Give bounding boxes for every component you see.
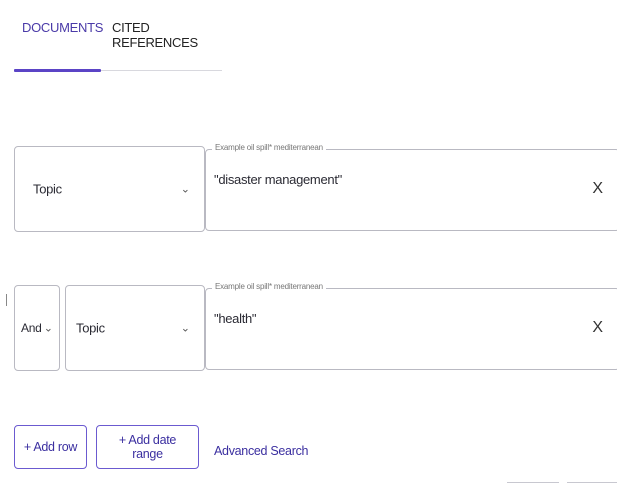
- active-tab-indicator: [14, 69, 101, 72]
- search-input-row-1[interactable]: Example oil spill* mediterranean "disast…: [205, 143, 617, 231]
- operator-select-row-2[interactable]: And ⌄: [14, 285, 60, 371]
- add-row-button[interactable]: + Add row: [14, 425, 87, 469]
- add-date-range-button[interactable]: + Add date range: [96, 425, 199, 469]
- tab-cited-references[interactable]: CITED REFERENCES: [112, 20, 222, 50]
- advanced-search-link[interactable]: Advanced Search: [214, 444, 308, 458]
- field-select-value: Topic: [76, 320, 105, 336]
- clear-icon[interactable]: X: [592, 319, 603, 337]
- search-input-placeholder: Example oil spill* mediterranean: [212, 282, 326, 291]
- search-tabs: DOCUMENTS CITED REFERENCES: [14, 0, 222, 72]
- chevron-down-icon: ⌄: [180, 322, 190, 335]
- field-select-value: Topic: [33, 181, 62, 197]
- search-input-value: "health": [214, 311, 257, 326]
- offscreen-button-edge: [507, 482, 559, 483]
- search-input-row-2[interactable]: Example oil spill* mediterranean "health…: [205, 282, 617, 370]
- field-select-row-1[interactable]: Topic ⌄: [14, 146, 205, 232]
- row-edge-mark: [6, 294, 7, 306]
- operator-select-value: And: [21, 321, 42, 335]
- clear-icon[interactable]: X: [592, 180, 603, 198]
- tab-documents[interactable]: DOCUMENTS: [22, 20, 103, 35]
- chevron-down-icon: ⌄: [43, 322, 53, 335]
- offscreen-button-edge: [567, 482, 617, 483]
- search-input-value: "disaster management": [214, 172, 342, 187]
- search-input-placeholder: Example oil spill* mediterranean: [212, 143, 326, 152]
- chevron-down-icon: ⌄: [180, 183, 190, 196]
- field-select-row-2[interactable]: Topic ⌄: [65, 285, 205, 371]
